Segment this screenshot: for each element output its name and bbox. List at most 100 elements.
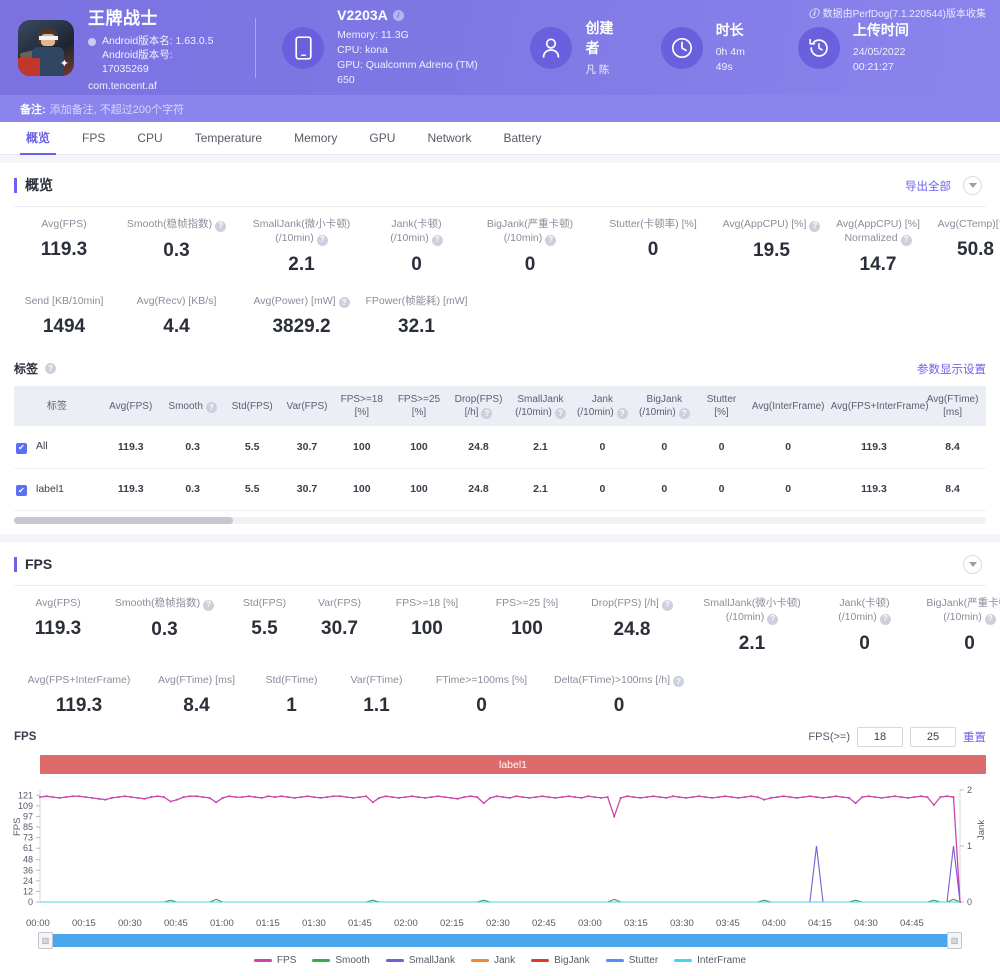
- reset-button[interactable]: 重置: [963, 729, 986, 745]
- svg-text:61: 61: [23, 843, 33, 853]
- tab-cpu[interactable]: CPU: [121, 122, 178, 155]
- help-icon[interactable]: ?: [545, 234, 557, 246]
- help-icon[interactable]: ?: [205, 401, 217, 413]
- metric-card: FPower(帧能耗) [mW] 32.1: [364, 294, 469, 339]
- table-cell: 30.7: [280, 426, 334, 469]
- param-display-settings-link[interactable]: 参数显示设置: [917, 361, 986, 377]
- metric-value: 2.1: [738, 632, 766, 654]
- row-checkbox[interactable]: ✔: [16, 485, 27, 496]
- metric-value: 4.4: [163, 315, 190, 337]
- label-name-cell: ✔ label1: [14, 468, 100, 511]
- device-info-icon[interactable]: i: [392, 9, 404, 21]
- tab-fps[interactable]: FPS: [66, 122, 121, 155]
- range-slider-left-handle[interactable]: ▥: [38, 932, 53, 949]
- range-slider-right-handle[interactable]: ▥: [947, 932, 962, 949]
- table-column-header-label: Var(FPS): [286, 400, 328, 412]
- row-checkbox[interactable]: ✔: [16, 442, 27, 454]
- help-icon[interactable]: ?: [481, 408, 493, 419]
- help-icon[interactable]: ?: [673, 676, 685, 687]
- table-cell: 119.3: [99, 468, 162, 511]
- x-axis-tick: 00:30: [118, 918, 142, 929]
- device-block: V2203A i Memory: 11.3G CPU: kona GPU: Qu…: [282, 7, 496, 88]
- help-icon[interactable]: ?: [809, 220, 821, 232]
- device-name: V2203A: [337, 7, 388, 23]
- metric-label: Send [KB/10min]: [24, 294, 104, 307]
- android-icon: [88, 37, 96, 46]
- tab-label: CPU: [137, 130, 163, 145]
- help-icon[interactable]: ?: [203, 599, 215, 611]
- help-icon[interactable]: ?: [984, 613, 996, 625]
- tab-gpu[interactable]: GPU: [353, 122, 411, 155]
- metric-label: Avg(FPS): [41, 218, 87, 230]
- x-axis-tick: 03:30: [670, 918, 694, 929]
- metric-label: Stutter(卡顿率) [%]: [609, 218, 697, 230]
- tab-network[interactable]: Network: [411, 122, 487, 155]
- metric-card: BigJank(严重卡顿) (/10min)? 0: [912, 596, 1000, 655]
- fps-threshold-filter: FPS(>=) 重置: [808, 727, 986, 747]
- metric-value: 5.5: [251, 618, 278, 639]
- metric-value: 30.7: [321, 618, 358, 639]
- labels-table-scrollbar[interactable]: [14, 517, 986, 524]
- tab-label: Battery: [503, 130, 542, 145]
- metric-value: 50.8: [957, 239, 994, 260]
- chart-plot-area[interactable]: FPS Jank 121 109 97 85 73 61 48 36 24 12 0 2 1 0: [12, 784, 987, 916]
- metric-card: Avg(FTime) [ms] 8.4: [144, 673, 249, 718]
- scrollbar-thumb[interactable]: [14, 517, 233, 524]
- tab-label: Memory: [294, 130, 338, 145]
- metric-label: FPower(帧能耗) [mW]: [365, 294, 468, 307]
- chart-label-band-text: label1: [498, 758, 528, 771]
- x-axis-tick: 00:15: [72, 918, 96, 929]
- help-icon[interactable]: ?: [554, 408, 566, 419]
- svg-text:85: 85: [23, 822, 33, 832]
- x-axis-tick: 02:30: [486, 918, 510, 929]
- collector-note-text: 数据由PerfDog(7.1.220544)版本收集: [822, 9, 986, 20]
- help-icon[interactable]: ?: [879, 613, 891, 625]
- chart-range-slider[interactable]: ▥ ▥: [38, 932, 962, 949]
- table-column-header-label: Drop(FPS) [/h]: [454, 394, 503, 418]
- app-header: ⓘ 数据由PerfDog(7.1.220544)版本收集 ✦ 王牌战士 Andr…: [0, 0, 1000, 95]
- metric-card: Jank(卡顿) (/10min)? 0: [364, 217, 469, 276]
- metric-label: Avg(CTemp)[℃]: [937, 218, 1000, 230]
- metric-label: Avg(AppCPU) [%] Normalized?: [836, 218, 920, 246]
- creator-value: 凡 陈: [585, 63, 610, 76]
- table-row[interactable]: ✔ label1 119.3 0.3 5.5 30.7 100 100 24.8 2.1 0 0 0 0 1…: [14, 468, 986, 511]
- help-icon[interactable]: ?: [661, 599, 673, 611]
- table-cell: 5.5: [223, 426, 281, 469]
- fps-collapse-button[interactable]: [963, 555, 982, 574]
- help-icon[interactable]: ?: [678, 408, 690, 419]
- overview-collapse-button[interactable]: [963, 176, 982, 195]
- help-icon[interactable]: ?: [338, 297, 350, 308]
- tab-memory[interactable]: Memory: [278, 122, 353, 155]
- table-cell: 24.8: [447, 426, 510, 469]
- tab-battery[interactable]: Battery: [487, 122, 557, 155]
- table-column-header: Avg(FPS+InterFrame): [828, 386, 929, 426]
- chart-label-band[interactable]: label1: [40, 755, 986, 774]
- help-icon[interactable]: ?: [616, 408, 628, 419]
- export-all-button[interactable]: 导出全部: [905, 178, 951, 194]
- fps-threshold-input-1[interactable]: [857, 727, 903, 747]
- tab-概览[interactable]: 概览: [10, 122, 66, 155]
- help-icon[interactable]: ?: [900, 234, 912, 246]
- metric-value: 0: [476, 694, 487, 716]
- fps-threshold-input-2[interactable]: [910, 727, 956, 747]
- note-input[interactable]: 添加备注, 不超过200个字符: [50, 101, 184, 117]
- metric-value: 100: [411, 618, 443, 639]
- tab-temperature[interactable]: Temperature: [179, 122, 278, 155]
- help-icon[interactable]: ?: [45, 363, 57, 374]
- help-icon[interactable]: ?: [316, 234, 328, 246]
- help-icon[interactable]: ?: [431, 234, 443, 246]
- help-icon[interactable]: ?: [215, 220, 227, 232]
- svg-text:36: 36: [23, 865, 33, 875]
- metric-label: Std(FPS): [242, 597, 287, 609]
- svg-text:2: 2: [967, 785, 972, 795]
- label-name: label1: [36, 482, 65, 495]
- metric-label: Avg(Power) [mW]?: [239, 294, 364, 308]
- help-icon[interactable]: ?: [767, 613, 779, 625]
- note-bar[interactable]: 备注: 添加备注, 不超过200个字符: [0, 95, 1000, 122]
- metric-card: FPS>=25 [%] 100: [477, 596, 577, 655]
- svg-text:97: 97: [23, 811, 33, 821]
- table-row[interactable]: ✔ All 119.3 0.3 5.5 30.7 100 100 24.8 2.1 0 0 0 0 119.…: [14, 426, 986, 469]
- metric-card: SmallJank(微小卡顿) (/10min)? 2.1: [687, 596, 817, 655]
- x-axis-tick: 02:00: [394, 918, 418, 929]
- metric-value: 0: [524, 253, 536, 275]
